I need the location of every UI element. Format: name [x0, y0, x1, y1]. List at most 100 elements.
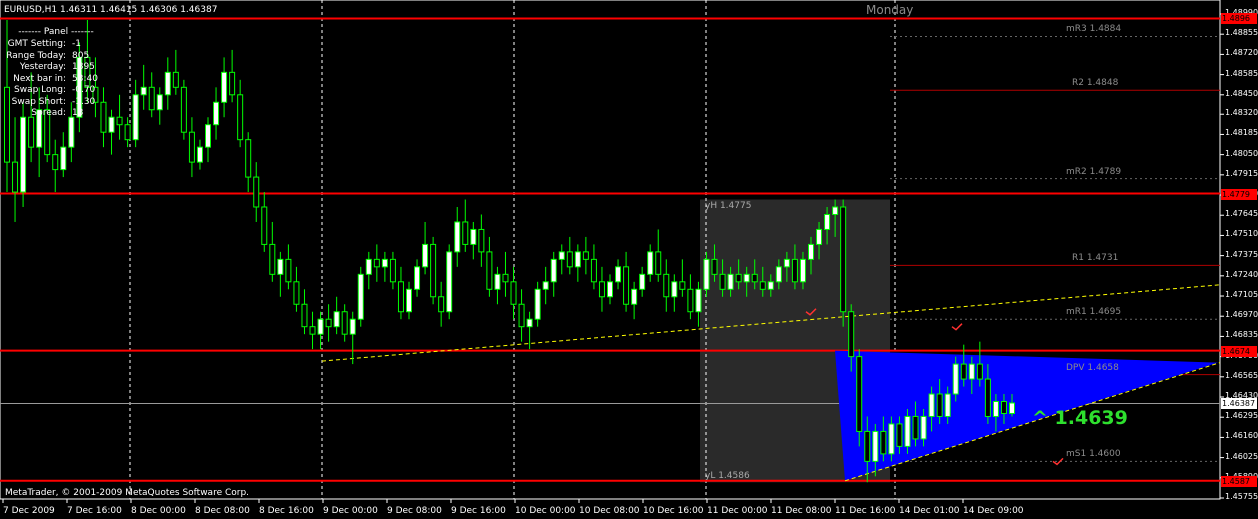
bull-candle: [470, 228, 477, 245]
panel-row-label: GMT Setting:: [7, 39, 66, 49]
pivot-level-label: mR3 1.4884: [1066, 24, 1122, 35]
bull-candle: [205, 124, 211, 148]
bull-candle: [808, 243, 814, 260]
pivot-level-label: R1 1.4731: [1072, 253, 1119, 264]
time-tick-label: 8 Dec 08:00: [195, 506, 250, 516]
price-box: 1.4674: [1221, 345, 1257, 357]
bull-candle: [607, 281, 613, 298]
bull-candle: [414, 266, 421, 290]
bear-candle: [984, 378, 991, 417]
bull-candle: [968, 363, 975, 380]
bear-candle: [598, 281, 605, 298]
bear-candle: [711, 258, 718, 275]
bear-candle: [12, 161, 19, 193]
bull-candle: [108, 116, 115, 133]
bear-candle: [397, 281, 404, 313]
bear-candle: [735, 273, 742, 283]
bear-candle: [116, 116, 123, 126]
day-label: Monday: [866, 3, 914, 17]
bear-candle: [261, 206, 268, 245]
bull-candle: [349, 318, 356, 335]
bull-candle: [615, 266, 622, 283]
bear-candle: [373, 258, 380, 268]
bear-candle: [285, 258, 292, 283]
bull-candle: [542, 281, 549, 290]
bull-candle: [558, 251, 565, 260]
panel-row-label: Yesterday:: [19, 62, 66, 72]
price-box: 1.4779: [1221, 188, 1257, 200]
panel-title: ------- Panel -------: [18, 27, 94, 37]
panel-row-value: -1: [72, 39, 81, 49]
pivot-level-label: mS1 1.4600: [1066, 449, 1121, 460]
bull-candle: [550, 258, 557, 283]
bear-candle: [4, 86, 10, 163]
bear-candle: [486, 251, 493, 290]
bull-candle: [992, 400, 999, 417]
bear-candle: [124, 124, 131, 141]
panel-row-value: 53:40: [72, 73, 98, 84]
panel-row-label: Range Today:: [6, 50, 66, 61]
price-tick-label: 1.48320: [1225, 108, 1258, 118]
bear-candle: [430, 243, 437, 298]
bull-candle: [156, 94, 163, 111]
bear-candle: [188, 131, 195, 163]
bear-candle: [245, 139, 252, 178]
panel-row-label: Spread:: [31, 108, 66, 118]
chart-background: [0, 0, 1258, 519]
time-tick-label: 11 Dec 08:00: [771, 506, 832, 516]
pivot-level-label: mR1 1.4695: [1066, 307, 1122, 318]
pivot-level-label: DPV 1.4658: [1066, 362, 1119, 373]
bear-candle: [976, 363, 983, 380]
bear-candle: [462, 221, 469, 245]
time-tick-label: 7 Dec 2009: [3, 506, 55, 516]
panel-row-label: Next bar in:: [13, 73, 66, 84]
price-tick-label: 1.48050: [1225, 148, 1258, 158]
bull-candle: [639, 273, 646, 290]
price-tick-label: 1.47645: [1225, 209, 1258, 219]
bear-candle: [341, 311, 348, 335]
bull-candle: [317, 318, 324, 335]
bull-candle: [743, 273, 750, 283]
price-tick-label: 1.47375: [1225, 249, 1258, 259]
bull-candle: [872, 430, 879, 462]
price-chart[interactable]: [0, 0, 1258, 519]
bull-candle: [213, 101, 220, 126]
price-tick-label: 1.47105: [1225, 290, 1258, 300]
price-tick-label: 1.46565: [1225, 370, 1258, 380]
bear-candle: [679, 281, 686, 290]
bull-candle: [832, 206, 839, 215]
bear-candle: [438, 296, 445, 313]
bear-candle: [502, 273, 509, 283]
bull-candle: [406, 288, 412, 313]
bull-candle: [824, 213, 831, 230]
bear-candle: [253, 176, 260, 208]
time-tick-label: 14 Dec 09:00: [963, 506, 1024, 516]
bull-candle: [140, 86, 147, 96]
price-tick-label: 1.47510: [1225, 229, 1258, 239]
bull-candle: [647, 251, 654, 275]
price-box: 1.4896: [1221, 13, 1257, 25]
bull-candle: [799, 258, 806, 283]
bull-candle: [816, 228, 823, 245]
bear-candle: [791, 258, 798, 283]
time-tick-label: 7 Dec 16:00: [67, 506, 122, 516]
bull-candle: [888, 423, 895, 455]
bear-candle: [510, 281, 517, 305]
bull-candle: [164, 71, 171, 96]
bull-candle: [68, 116, 75, 148]
bull-candle: [631, 288, 638, 305]
time-tick-label: 14 Dec 01:00: [899, 506, 960, 516]
panel-row-value: -1.30: [72, 96, 96, 107]
bear-candle: [856, 356, 863, 432]
bear-candle: [237, 94, 244, 141]
price-tick-label: 1.48720: [1225, 48, 1258, 58]
bear-candle: [848, 311, 855, 358]
bear-candle: [566, 251, 573, 268]
bear-candle: [623, 266, 630, 305]
bull-candle: [526, 318, 533, 328]
yesterday-low-label: yL 1.4586: [705, 471, 750, 482]
bear-candle: [582, 251, 589, 260]
bull-candle: [574, 251, 581, 268]
bull-candle: [221, 71, 228, 103]
bear-candle: [389, 258, 396, 283]
